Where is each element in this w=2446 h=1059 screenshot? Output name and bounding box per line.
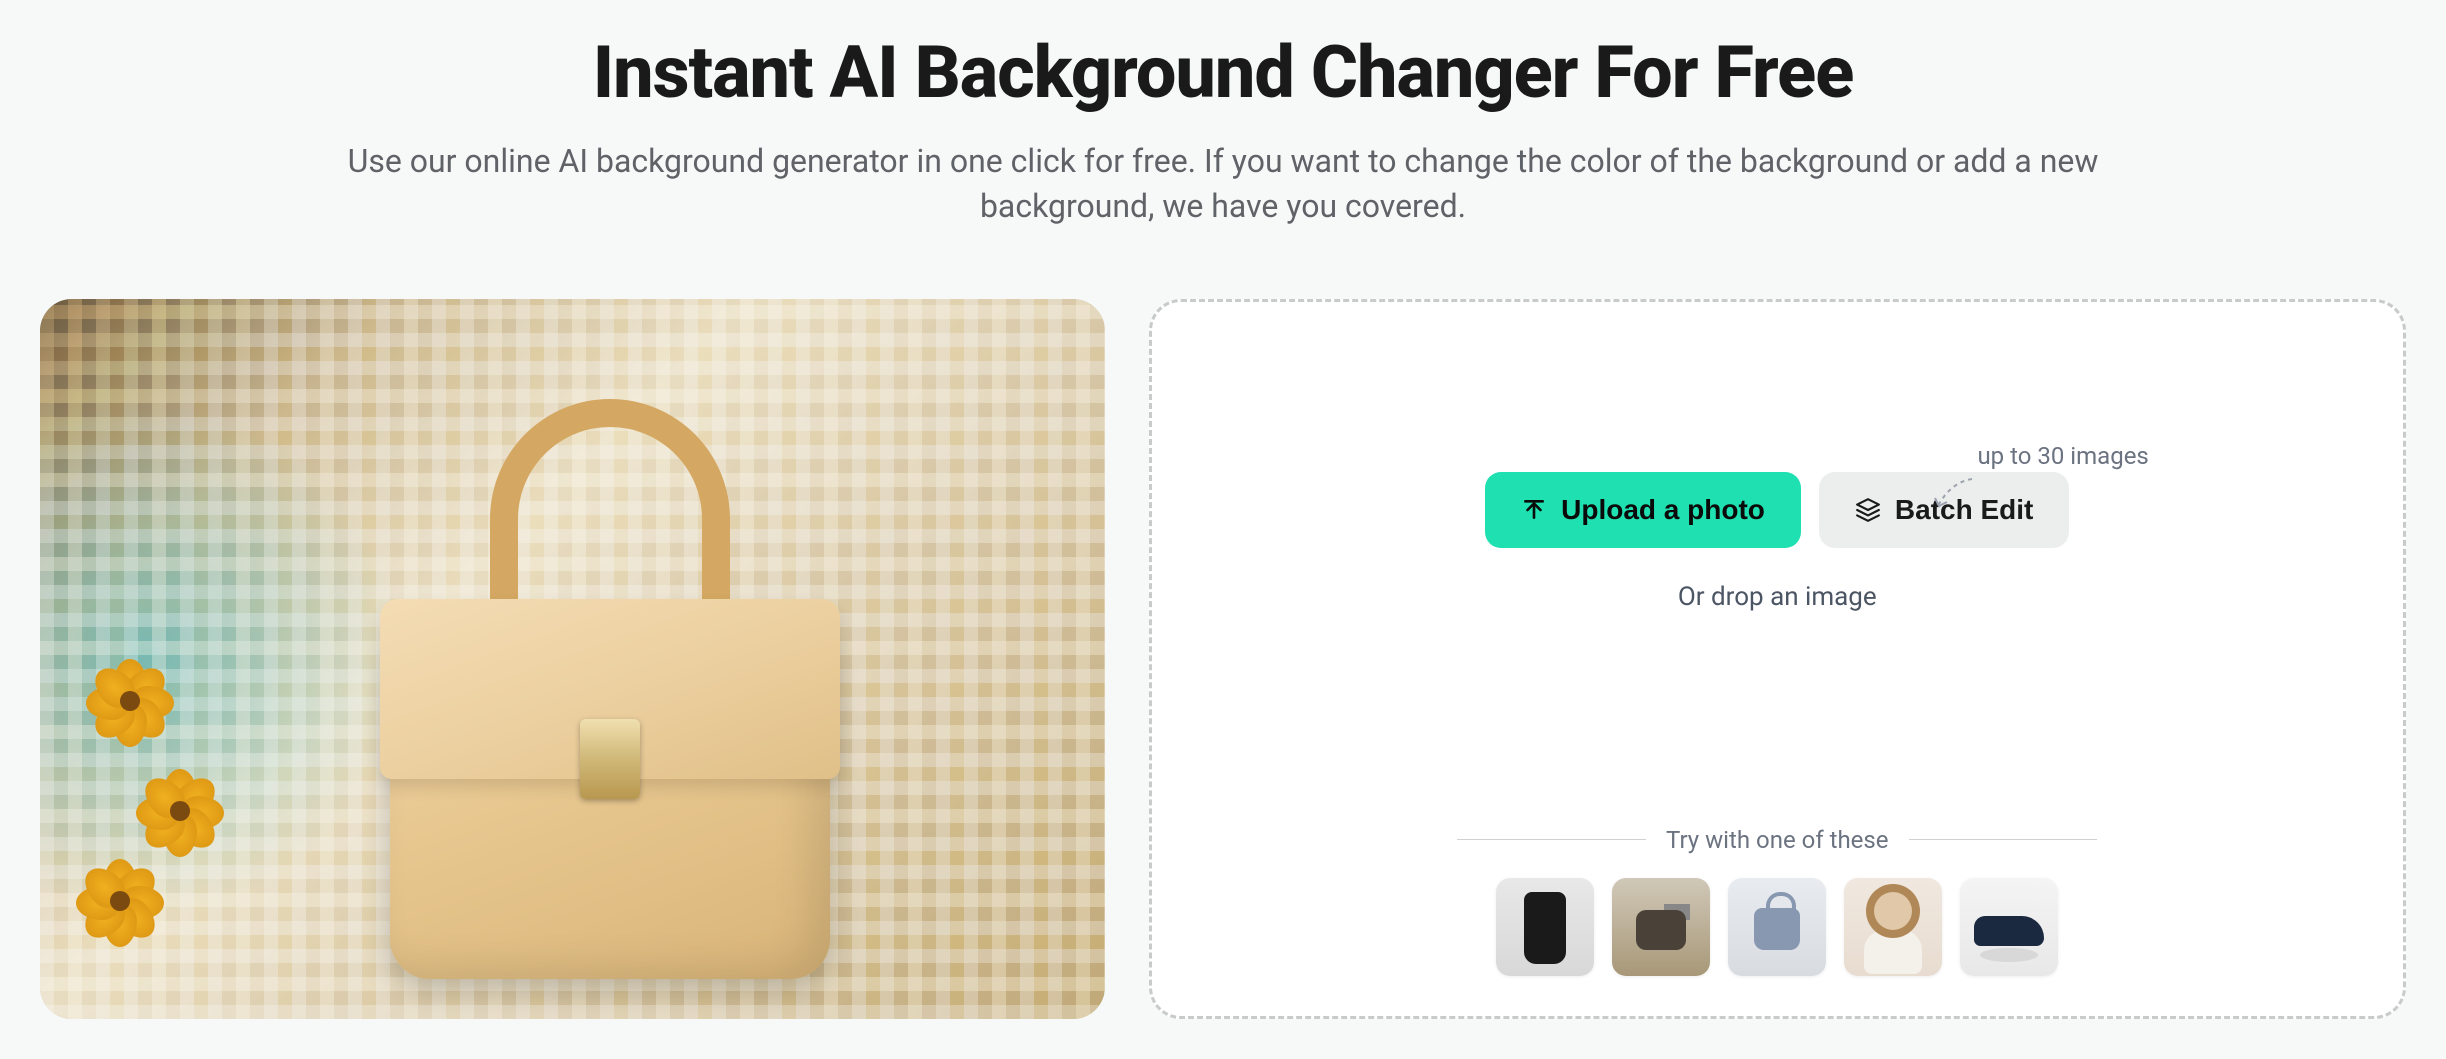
sample-thumb-coffee-cup[interactable]: [1496, 878, 1594, 976]
page-container: Instant AI Background Changer For Free U…: [0, 0, 2446, 1059]
panels-row: up to 30 images Upload a photo: [40, 299, 2406, 1019]
upload-photo-button[interactable]: Upload a photo: [1485, 472, 1801, 548]
divider-line: [1909, 839, 2098, 840]
sample-thumb-woman-hat[interactable]: [1844, 878, 1942, 976]
divider-line: [1457, 839, 1646, 840]
sample-thumb-camera[interactable]: [1612, 878, 1710, 976]
batch-hint: up to 30 images: [1927, 442, 2148, 514]
samples-label: Try with one of these: [1666, 826, 1889, 854]
sample-thumbnails: [1496, 878, 2058, 976]
hero-subtitle: Use our online AI background generator i…: [273, 139, 2173, 229]
upload-photo-label: Upload a photo: [1561, 494, 1765, 526]
sample-thumb-shoes[interactable]: [1960, 878, 2058, 976]
curved-arrow-icon: [1927, 474, 1977, 514]
batch-hint-text: up to 30 images: [1977, 442, 2148, 470]
samples-header: Try with one of these: [1457, 826, 2097, 854]
upload-dropzone[interactable]: up to 30 images Upload a photo: [1149, 299, 2406, 1019]
preview-panel: [40, 299, 1105, 1019]
layers-icon: [1855, 497, 1881, 523]
sample-thumb-handbag[interactable]: [1728, 878, 1826, 976]
samples-section: Try with one of these: [1192, 826, 2363, 976]
flowers-decoration: [80, 619, 300, 959]
hero-title: Instant AI Background Changer For Free: [40, 30, 2406, 115]
upload-icon: [1521, 497, 1547, 523]
handbag-product-image: [370, 379, 850, 979]
drop-hint-text: Or drop an image: [1678, 582, 1877, 612]
